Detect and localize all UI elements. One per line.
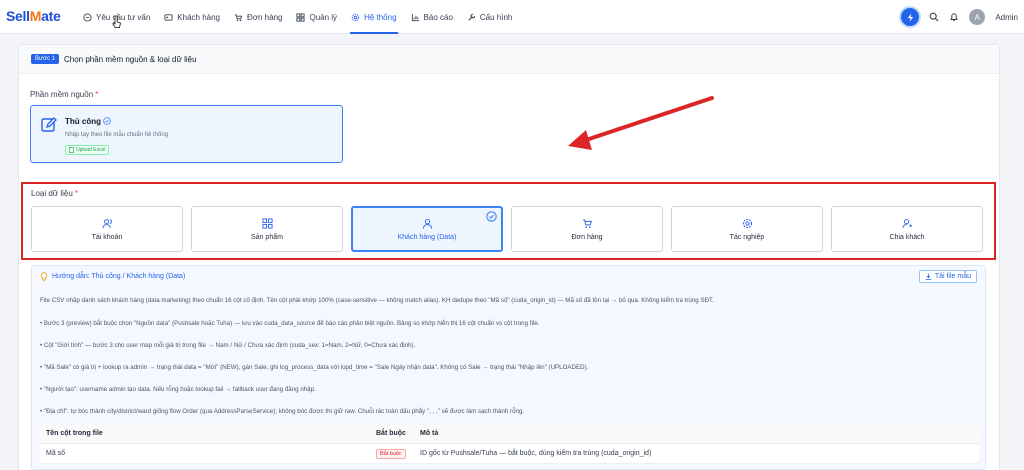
data-type-tile-operations[interactable]: Tác nghiệp [671, 206, 823, 252]
nav-item-orders[interactable]: Đơn hàng [227, 0, 290, 34]
tile-label: Sản phẩm [251, 233, 283, 241]
nav-item-system[interactable]: Hệ thống [344, 0, 403, 34]
nav-label: Khách hàng [177, 12, 220, 22]
clock-icon [83, 12, 92, 22]
nav-item-manage[interactable]: Quản lý [289, 0, 344, 34]
source-option-manual[interactable]: Thủ công Nhập tay theo file mẫu chuẩn hệ… [30, 105, 343, 163]
download-template-button[interactable]: Tải file mẫu [918, 270, 977, 283]
tile-label: Chia khách [889, 233, 925, 241]
nav-item-customers[interactable]: Khách hàng [157, 0, 227, 34]
cell-required: Bắt buộc [370, 443, 414, 464]
user-share-icon [901, 218, 912, 228]
column-header: Tên cột trong file [40, 425, 370, 444]
nav-item-config[interactable]: Cấu hình [460, 0, 519, 34]
columns-table: Tên cột trong file Bắt buộc Mô tả Mã số … [40, 425, 979, 464]
check-circle-icon [103, 117, 111, 125]
nav-label: Yêu cầu tư vấn [96, 12, 151, 22]
tile-label: Tài khoản [91, 233, 123, 241]
user-icon [422, 218, 432, 229]
nav-label: Cấu hình [479, 12, 513, 22]
table-header-row: Tên cột trong file Bắt buộc Mô tả [40, 425, 979, 444]
edit-icon [41, 117, 57, 132]
column-header: Mô tả [414, 425, 979, 444]
data-type-tile-distribution[interactable]: Chia khách [831, 206, 983, 252]
guide-line: • "Địa chỉ": tự bóc thành city/district/… [40, 408, 525, 415]
tile-label: Khách hàng (Data) [397, 233, 457, 241]
logo[interactable]: SellMate [6, 8, 61, 24]
cart-icon [582, 218, 592, 228]
tile-label: Đơn hàng [571, 233, 603, 241]
bell-icon[interactable] [949, 12, 959, 22]
chart-icon [411, 13, 419, 21]
wrench-icon [468, 13, 476, 21]
grid-icon [296, 12, 306, 22]
guide-line: • Cột "Giới tính" — bước 3 cho user map … [40, 342, 416, 349]
grid-icon [261, 217, 273, 229]
tile-label: Tác nghiệp [729, 233, 765, 241]
nav-label: Báo cáo [423, 12, 453, 22]
lightbulb-icon [40, 272, 48, 281]
column-header: Bắt buộc [370, 425, 414, 444]
main-nav: Yêu cầu tư vấn Khách hàng Đơn hàng Quản … [76, 0, 519, 34]
quick-action-button[interactable] [901, 8, 920, 26]
cell-column-name: Mã số [40, 443, 370, 464]
bolt-icon [907, 12, 914, 22]
header-tools: A Admin [901, 0, 1018, 34]
users-icon [101, 218, 112, 228]
data-type-tile-orders[interactable]: Đơn hàng [511, 206, 663, 252]
step-header: Bước 1 Chọn phần mềm nguồn & loại dữ liệ… [19, 45, 999, 74]
gear-icon [742, 218, 752, 228]
nav-item-reports[interactable]: Báo cáo [404, 0, 460, 34]
user-name[interactable]: Admin [995, 13, 1018, 22]
avatar[interactable]: A [969, 9, 986, 25]
table-row: Mã số Bắt buộc ID gốc từ Pushsale/Tuha —… [40, 443, 979, 464]
annotation-arrow [568, 96, 714, 150]
nav-label: Quản lý [309, 12, 338, 22]
nav-label: Đơn hàng [246, 12, 283, 22]
upload-excel-tag: Upload Excel [65, 145, 110, 155]
guide-header: Hướng dẫn: Thủ công / Khách hàng (Data) [40, 272, 185, 281]
cart-icon [234, 13, 243, 21]
data-type-tile-products[interactable]: Sản phẩm [191, 206, 343, 252]
id-card-icon [164, 13, 173, 21]
guide-line: • Bước 3 (preview) bắt buộc chọn "Nguồn … [40, 320, 540, 327]
data-type-tile-customers[interactable]: Khách hàng (Data) [351, 206, 503, 252]
step-title: Chọn phần mềm nguồn & loại dữ liệu [63, 54, 197, 64]
data-type-tile-accounts[interactable]: Tài khoản [31, 206, 183, 252]
cell-description: ID gốc từ Pushsale/Tuha — bắt buộc, dùng… [414, 443, 979, 464]
guide-panel: Hướng dẫn: Thủ công / Khách hàng (Data) … [31, 265, 986, 470]
guide-line: • "Người tạo": username admin tạo data. … [40, 386, 316, 393]
guide-title: Hướng dẫn: Thủ công / Khách hàng (Data) [52, 273, 186, 280]
step-badge: Bước 1 [31, 54, 59, 64]
data-type-options: Tài khoản Sản phẩm Khách hàng (Data) Đơn… [31, 206, 983, 252]
required-badge: Bắt buộc [376, 448, 406, 459]
search-icon[interactable] [929, 12, 939, 22]
source-option-desc: Nhập tay theo file mẫu chuẩn hệ thống [65, 132, 169, 138]
file-icon [69, 147, 74, 153]
nav-label: Hệ thống [364, 12, 397, 22]
top-navbar: SellMate Yêu cầu tư vấn Khách hàng Đơn h… [0, 0, 1024, 34]
check-circle-icon [486, 211, 497, 222]
mouse-cursor-icon [112, 15, 121, 28]
source-option-title: Thủ công [65, 117, 101, 126]
gear-icon [351, 13, 360, 21]
source-label: Phần mềm nguồn * [30, 90, 99, 99]
guide-line: • "Mã Sale" có giá trị + lookup ra admin… [40, 364, 589, 371]
guide-line: File CSV nhập danh sách khách hàng (data… [40, 297, 714, 304]
download-icon [925, 273, 932, 280]
